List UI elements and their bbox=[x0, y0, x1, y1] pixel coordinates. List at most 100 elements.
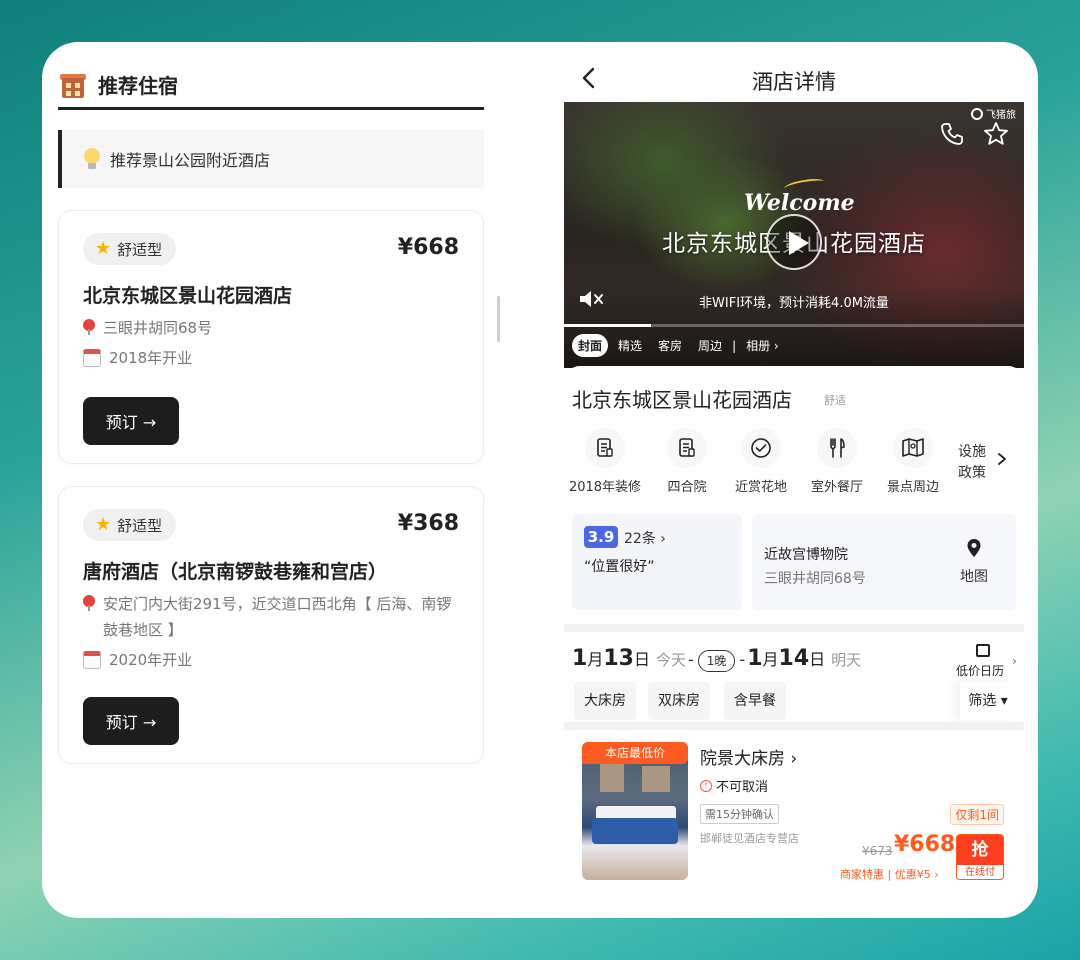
chevron-right-icon[interactable] bbox=[996, 452, 1008, 466]
recommend-title: 推荐住宿 bbox=[98, 74, 178, 98]
favorite-star-icon[interactable] bbox=[982, 120, 1010, 148]
detail-title: 酒店详情 bbox=[752, 70, 836, 94]
date-dash: - bbox=[739, 650, 746, 669]
hotel-card[interactable]: ★ 舒适型 ¥668 北京东城区景山花园酒店 三眼井胡同68号 2018年开业 … bbox=[58, 210, 484, 464]
hotel-card[interactable]: ★ 舒适型 ¥368 唐府酒店（北京南锣鼓巷雍和宫店） 安定门内大街291号，近… bbox=[58, 486, 484, 764]
opened-text: 2020年开业 bbox=[109, 651, 193, 669]
type-tag-label: 舒适型 bbox=[117, 516, 163, 535]
play-button[interactable] bbox=[766, 214, 822, 270]
date-dash: - bbox=[687, 650, 694, 669]
review-count[interactable]: 22条 › bbox=[624, 528, 666, 548]
room-photo-bed bbox=[592, 818, 678, 844]
document-icon bbox=[585, 428, 625, 468]
facility-item[interactable]: 景点周边 bbox=[868, 428, 958, 495]
recommend-panel: 推荐住宿 推荐景山公园附近酒店 ★ 舒适型 ¥668 北京东城区景山花园酒店 三… bbox=[42, 42, 502, 918]
room-filter-chips: 大床房 双床房 含早餐 筛选 ▾ bbox=[564, 682, 1024, 720]
media-tabs: 封面 精选 客房 周边 | 相册 › bbox=[572, 334, 785, 357]
video-progress[interactable] bbox=[564, 324, 1024, 327]
app-frame: 推荐住宿 推荐景山公园附近酒店 ★ 舒适型 ¥668 北京东城区景山花园酒店 三… bbox=[42, 42, 1038, 918]
tab-cover[interactable]: 封面 bbox=[572, 334, 609, 357]
hotel-level: 舒适 bbox=[824, 394, 846, 407]
month-unit: 月 bbox=[762, 650, 779, 669]
opened-text: 2018年开业 bbox=[109, 349, 193, 367]
hotel-address: 三眼井胡同68号 bbox=[83, 315, 461, 341]
date-range[interactable]: 1 月 13 日 今天 - 1晚 - 1 月 14 日 明天 bbox=[572, 646, 861, 672]
low-price-calendar[interactable]: 低价日历 bbox=[956, 662, 1004, 679]
chip-breakfast[interactable]: 含早餐 bbox=[724, 682, 786, 720]
hotel-detail-panel: 酒店详情 飞猪旅 Welcome 北京东城区景山花园酒店 非WIFI环境，预计消… bbox=[564, 42, 1024, 918]
check-circle-icon bbox=[741, 428, 781, 468]
document-icon bbox=[667, 428, 707, 468]
nights-badge: 1晚 bbox=[697, 650, 736, 672]
tab-album[interactable]: 相册 › bbox=[740, 334, 785, 357]
brand-logo-icon bbox=[971, 107, 983, 120]
facility-label: 景点周边 bbox=[886, 480, 939, 495]
calendar-icon[interactable] bbox=[976, 644, 990, 657]
day-unit: 日 bbox=[633, 650, 650, 669]
rooms-left-badge: 仅剩1间 bbox=[950, 804, 1004, 825]
hotel-address: 安定门内大街291号，近交道口西北角【 后海、南锣鼓巷地区 】 bbox=[83, 591, 461, 643]
nearby-landmark: 近故宫博物院 bbox=[764, 547, 848, 563]
lightbulb-icon bbox=[84, 148, 100, 170]
map-link[interactable]: 地图 bbox=[960, 566, 988, 586]
warning-icon: ! bbox=[700, 779, 712, 792]
map-book-icon bbox=[893, 428, 933, 468]
recommend-header: 推荐住宿 bbox=[58, 62, 484, 110]
facility-item[interactable]: 2018年装修 bbox=[560, 428, 650, 495]
lowest-price-tag: 本店最低价 bbox=[582, 742, 688, 764]
rating-score: 3.9 bbox=[584, 526, 618, 548]
pin-icon bbox=[83, 595, 95, 611]
grab-book-button[interactable]: 抢 在线付 bbox=[956, 834, 1004, 880]
date-selector[interactable]: 1 月 13 日 今天 - 1晚 - 1 月 14 日 明天 低价日历 › bbox=[564, 640, 1024, 680]
hotel-opened: 2018年开业 bbox=[83, 345, 461, 371]
chip-king-bed[interactable]: 大床房 bbox=[574, 682, 636, 720]
hotel-name: 北京东城区景山花园酒店 bbox=[83, 285, 293, 307]
room-name[interactable]: 院景大床房 › bbox=[700, 744, 797, 769]
filter-button[interactable]: 筛选 ▾ bbox=[960, 682, 1016, 720]
book-button[interactable]: 预订 → bbox=[83, 397, 179, 445]
chip-twin-bed[interactable]: 双床房 bbox=[648, 682, 710, 720]
phone-icon[interactable] bbox=[938, 120, 966, 148]
current-price: ¥668 bbox=[894, 832, 956, 857]
panel-resize-handle[interactable] bbox=[497, 296, 500, 342]
grab-label: 抢 bbox=[957, 835, 1003, 865]
map-pin-icon[interactable] bbox=[966, 538, 982, 558]
day-unit: 日 bbox=[809, 650, 826, 669]
pin-icon bbox=[83, 319, 95, 335]
video-progress-fill bbox=[564, 324, 652, 327]
policy-link[interactable]: 设施政策 bbox=[958, 442, 998, 484]
seller-name: 邯郸徒见酒店专营店 bbox=[700, 832, 799, 845]
chevron-right-icon[interactable]: › bbox=[1012, 654, 1017, 668]
recommend-tip: 推荐景山公园附近酒店 bbox=[58, 130, 484, 188]
review-quote: “位置很好” bbox=[584, 559, 655, 575]
tab-featured[interactable]: 精选 bbox=[612, 334, 648, 357]
location-summary[interactable]: 近故宫博物院 三眼井胡同68号 地图 bbox=[752, 514, 1016, 610]
review-summary[interactable]: 3.9 22条 › “位置很好” bbox=[572, 514, 742, 610]
room-card[interactable]: 本店最低价 院景大床房 › ! 不可取消 需15分钟确认 邯郸徒见酒店专营店 仅… bbox=[572, 732, 1016, 890]
star-icon: ★ bbox=[95, 514, 112, 535]
hotel-video[interactable]: 飞猪旅 Welcome 北京东城区景山花园酒店 非WIFI环境，预计消耗4.0M… bbox=[564, 102, 1024, 368]
brand-watermark: 飞猪旅 bbox=[971, 106, 1016, 121]
tab-divider: | bbox=[732, 338, 737, 353]
hotel-price: ¥368 bbox=[397, 511, 459, 536]
facility-label: 2018年装修 bbox=[568, 480, 642, 495]
checkout-month: 1 bbox=[747, 646, 763, 671]
type-tag-label: 舒适型 bbox=[117, 240, 163, 259]
month-unit: 月 bbox=[587, 650, 604, 669]
room-photo-window bbox=[642, 766, 670, 792]
type-tag: ★ 舒适型 bbox=[83, 233, 177, 265]
address-text: 安定门内大街291号，近交道口西北角【 后海、南锣鼓巷地区 】 bbox=[103, 595, 452, 639]
type-tag: ★ 舒适型 bbox=[83, 509, 177, 541]
tab-rooms[interactable]: 客房 bbox=[652, 334, 688, 357]
hotel-name: 唐府酒店（北京南锣鼓巷雍和宫店） bbox=[83, 561, 388, 583]
tab-nearby[interactable]: 周边 bbox=[692, 334, 728, 357]
hotel-price: ¥668 bbox=[397, 235, 459, 260]
detail-header: 酒店详情 bbox=[564, 58, 1024, 102]
book-button[interactable]: 预订 → bbox=[83, 697, 179, 745]
discount-info[interactable]: 商家特惠 | 优惠¥5 › bbox=[840, 866, 939, 882]
checkout-label: 明天 bbox=[831, 651, 862, 669]
pay-online-label: 在线付 bbox=[957, 865, 1003, 879]
hotel-info: 北京东城区景山花园酒店 舒适 2018年装修 四合院 近赏花地 室外餐厅 景点周… bbox=[564, 366, 1024, 624]
cancel-policy-text: 不可取消 bbox=[716, 780, 769, 795]
facility-row: 2018年装修 四合院 近赏花地 室外餐厅 景点周边 设施政策 bbox=[564, 428, 1024, 508]
